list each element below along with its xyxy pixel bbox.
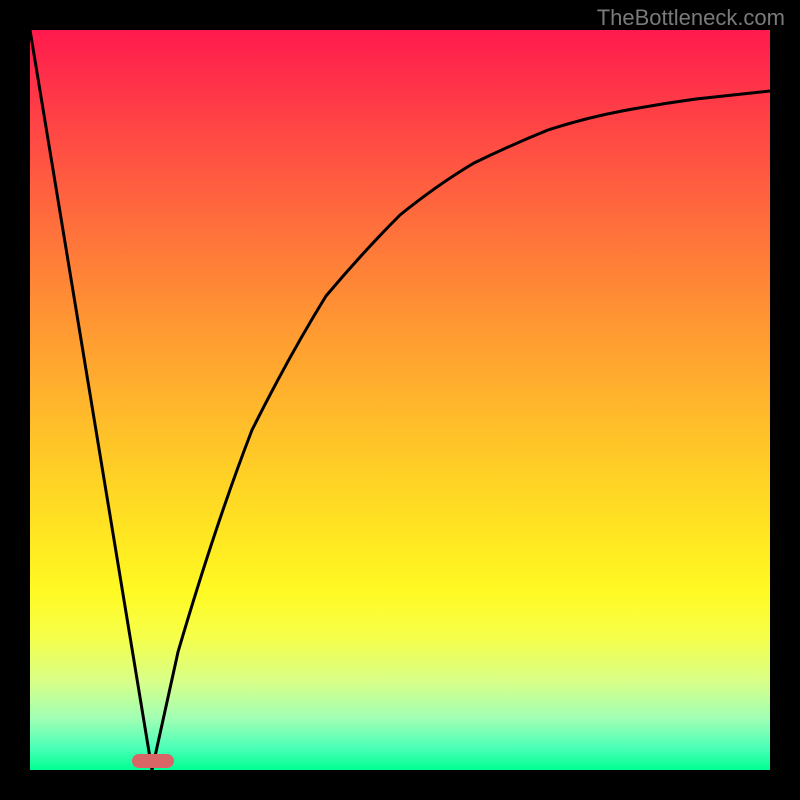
chart-curves <box>30 30 770 770</box>
left-line-path <box>30 30 152 770</box>
attribution-text: TheBottleneck.com <box>597 5 785 31</box>
plot-area <box>30 30 770 770</box>
min-marker <box>132 754 174 768</box>
right-curve-path <box>152 91 770 770</box>
